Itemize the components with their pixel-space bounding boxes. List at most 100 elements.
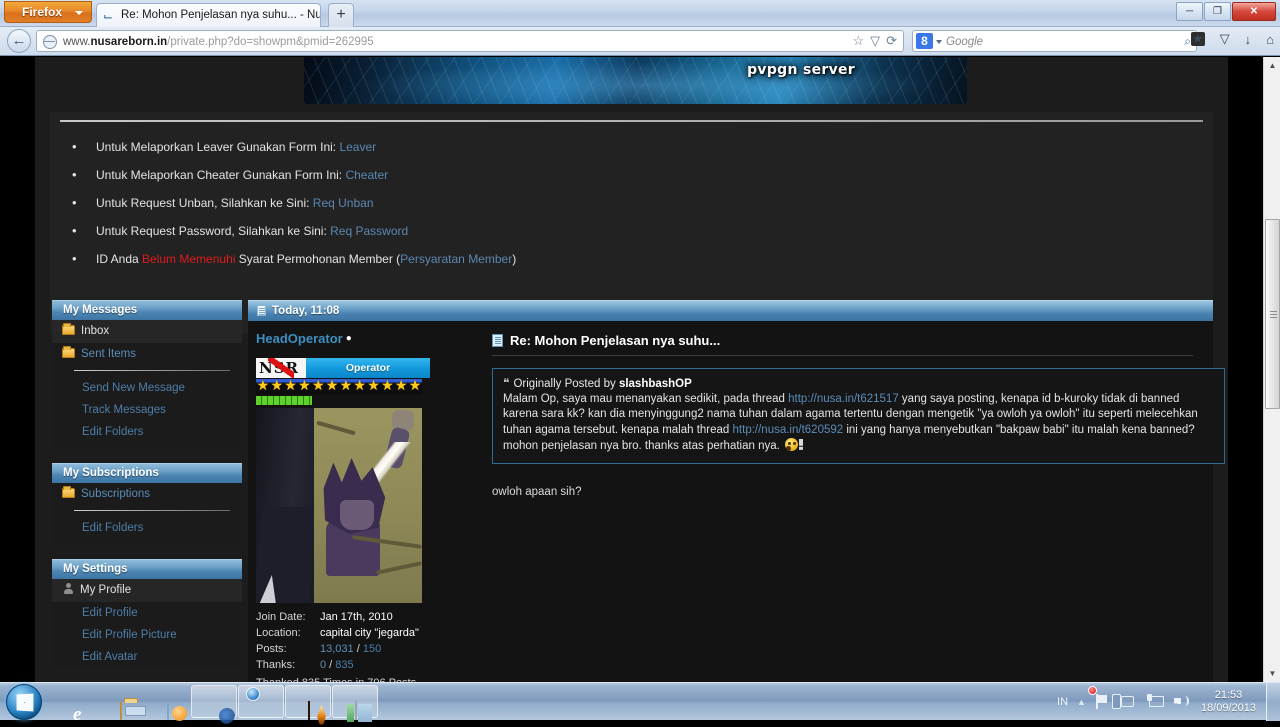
address-bar[interactable]: www.nusareborn.in/private.php?do=showpm&…: [36, 30, 904, 52]
chevron-down-icon[interactable]: ▽: [1220, 31, 1230, 47]
sidebar-item-inbox[interactable]: Inbox: [52, 320, 242, 343]
stat-value: capital city "jegarda": [320, 625, 419, 641]
spacer: [52, 539, 242, 547]
post-icon: [492, 334, 503, 347]
downloads-icon[interactable]: ↓: [1245, 32, 1252, 47]
reload-icon[interactable]: ⟳: [886, 33, 897, 49]
sidebar-block-messages: My Messages Inbox Sent Items Send New Me…: [52, 300, 242, 451]
sidebar-item-subscriptions-edit-folders[interactable]: Edit Folders: [52, 517, 242, 539]
stat-label: Join Date:: [256, 609, 320, 625]
start-button-icon[interactable]: [6, 684, 42, 720]
taskbar-item-warcraft[interactable]: [285, 685, 331, 718]
rule-link-cheater[interactable]: Cheater: [345, 168, 388, 182]
show-hidden-icons-icon[interactable]: ▲: [1077, 697, 1086, 707]
taskbar-item-firefox[interactable]: [191, 685, 237, 718]
sidebar-item-my-profile[interactable]: My Profile: [52, 579, 242, 602]
stat-value: 0 / 835: [320, 657, 354, 673]
back-button[interactable]: ←: [7, 29, 31, 53]
sidebar-heading-my-messages: My Messages: [52, 300, 242, 320]
page-viewport: pvpgn server Untuk Melaporkan Leaver Gun…: [0, 57, 1280, 682]
stat-row-thanks: Thanks: 0 / 835: [256, 657, 430, 673]
forum-page: pvpgn server Untuk Melaporkan Leaver Gun…: [35, 57, 1228, 682]
list-item: Untuk Melaporkan Leaver Gunakan Form Ini…: [96, 140, 516, 154]
restore-button[interactable]: ❐: [1204, 2, 1231, 21]
close-button[interactable]: ✕: [1232, 2, 1276, 21]
scroll-up-icon[interactable]: ▲: [1264, 57, 1280, 74]
slash: /: [326, 659, 335, 671]
sidebar-item-send-new-message[interactable]: Send New Message: [52, 377, 242, 399]
rule-link-req-password[interactable]: Req Password: [330, 224, 408, 238]
bookmark-star-icon[interactable]: ☆: [852, 33, 864, 49]
volume-icon[interactable]: [1173, 694, 1190, 711]
quote-link-1[interactable]: http://nusa.in/t621517: [788, 393, 899, 405]
address-bar-icons: ☆ ▽ ⟳: [852, 33, 897, 49]
browser-tab[interactable]: ⌙ Re: Mohon Penjelasan nya suhu... - Nus…: [96, 3, 321, 27]
message-icon: [257, 305, 266, 316]
taskbar-item-media-player[interactable]: [144, 685, 190, 718]
notice-middle: Syarat Permohonan Member (: [235, 252, 400, 266]
sidebar-item-subscriptions[interactable]: Subscriptions: [52, 483, 242, 506]
minimize-button[interactable]: ─: [1176, 2, 1203, 21]
page-scrollbar[interactable]: ▲ ▼: [1263, 57, 1280, 682]
sidebar-item-sent-items[interactable]: Sent Items: [52, 343, 242, 366]
sidebar-block-subscriptions: My Subscriptions Subscriptions Edit Fold…: [52, 463, 242, 547]
rule-text: Untuk Request Password, Silahkan ke Sini…: [96, 224, 330, 238]
scroll-down-icon[interactable]: ▼: [1264, 665, 1280, 682]
taskbar-item-application[interactable]: [332, 685, 378, 718]
display-icon[interactable]: [1147, 694, 1164, 711]
sidebar-item-edit-profile[interactable]: Edit Profile: [52, 602, 242, 624]
new-tab-button[interactable]: +: [328, 3, 354, 27]
star-icon: ★: [380, 379, 394, 395]
divider: [60, 120, 1203, 122]
site-favicon-icon: ⌙: [103, 9, 117, 23]
network-icon[interactable]: [1121, 694, 1138, 711]
post-title-text: Re: Mohon Penjelasan nya suhu...: [510, 333, 720, 348]
sidebar-item-edit-avatar[interactable]: Edit Avatar: [52, 646, 242, 668]
folder-icon: [62, 348, 75, 358]
star-icon: ★: [339, 379, 353, 395]
avatar[interactable]: [256, 408, 422, 603]
action-center-icon[interactable]: [1095, 694, 1112, 711]
post-area: Re: Mohon Penjelasan nya suhu... ❝Origin…: [448, 321, 1203, 498]
clock[interactable]: 21:53 18/09/2013: [1201, 689, 1256, 715]
star-icon: ★: [311, 379, 325, 395]
site-banner[interactable]: pvpgn server: [304, 57, 967, 104]
language-indicator[interactable]: IN: [1057, 696, 1068, 708]
quote-link-2[interactable]: http://nusa.in/t620592: [733, 424, 844, 436]
member-requirements-link[interactable]: Persyaratan Member: [400, 252, 512, 266]
taskbar-item-windows-explorer[interactable]: [97, 685, 143, 718]
search-input[interactable]: Google: [946, 34, 983, 50]
rule-link-req-unban[interactable]: Req Unban: [313, 196, 374, 210]
sidebar: My Messages Inbox Sent Items Send New Me…: [52, 300, 242, 680]
firefox-browser-window: Firefox ⌙ Re: Mohon Penjelasan nya suhu.…: [0, 0, 1280, 720]
notice-suffix: ): [512, 252, 516, 266]
quote-header: ❝Originally Posted by slashbashOP: [503, 376, 1214, 390]
rule-link-leaver[interactable]: Leaver: [339, 140, 376, 154]
sidebar-item-track-messages[interactable]: Track Messages: [52, 399, 242, 421]
list-item: Untuk Melaporkan Cheater Gunakan Form In…: [96, 168, 516, 182]
taskbar-item-internet-explorer[interactable]: [50, 685, 96, 718]
search-bar[interactable]: 8 Google ⌕: [912, 30, 1197, 52]
taskbar-item-opera[interactable]: [238, 685, 284, 718]
star-icon: ★: [325, 379, 339, 395]
quoted-author[interactable]: slashbashOP: [619, 378, 692, 390]
smiley-icon: [785, 438, 798, 451]
show-desktop-button[interactable]: [1266, 683, 1280, 721]
sidebar-item-edit-folders[interactable]: Edit Folders: [52, 421, 242, 443]
star-icon: ★: [353, 379, 367, 395]
post-author[interactable]: HeadOperator●: [256, 331, 430, 346]
alert-badge-icon: [1088, 686, 1097, 695]
sidebar-item-edit-profile-picture[interactable]: Edit Profile Picture: [52, 624, 242, 646]
user-info-panel: HeadOperator● NSR Operator ★★★★★★★★★★★★: [248, 321, 438, 682]
rule-text: Untuk Request Unban, Silahkan ke Sini:: [96, 196, 313, 210]
bookmarks-icon[interactable]: ★: [1191, 32, 1205, 46]
divider: [492, 355, 1193, 356]
home-icon[interactable]: ⌂: [1266, 32, 1274, 47]
posts-per-day: 150: [363, 643, 381, 655]
notice-warning: Belum Memenuhi: [142, 252, 235, 266]
chevron-down-icon[interactable]: [936, 40, 942, 44]
dropmarker-icon[interactable]: ▽: [870, 33, 880, 49]
firefox-menu-button[interactable]: Firefox: [4, 1, 92, 23]
windows-taskbar: IN ▲ 21:53 18/09/2013: [0, 682, 1280, 720]
scrollbar-thumb[interactable]: [1265, 219, 1280, 409]
